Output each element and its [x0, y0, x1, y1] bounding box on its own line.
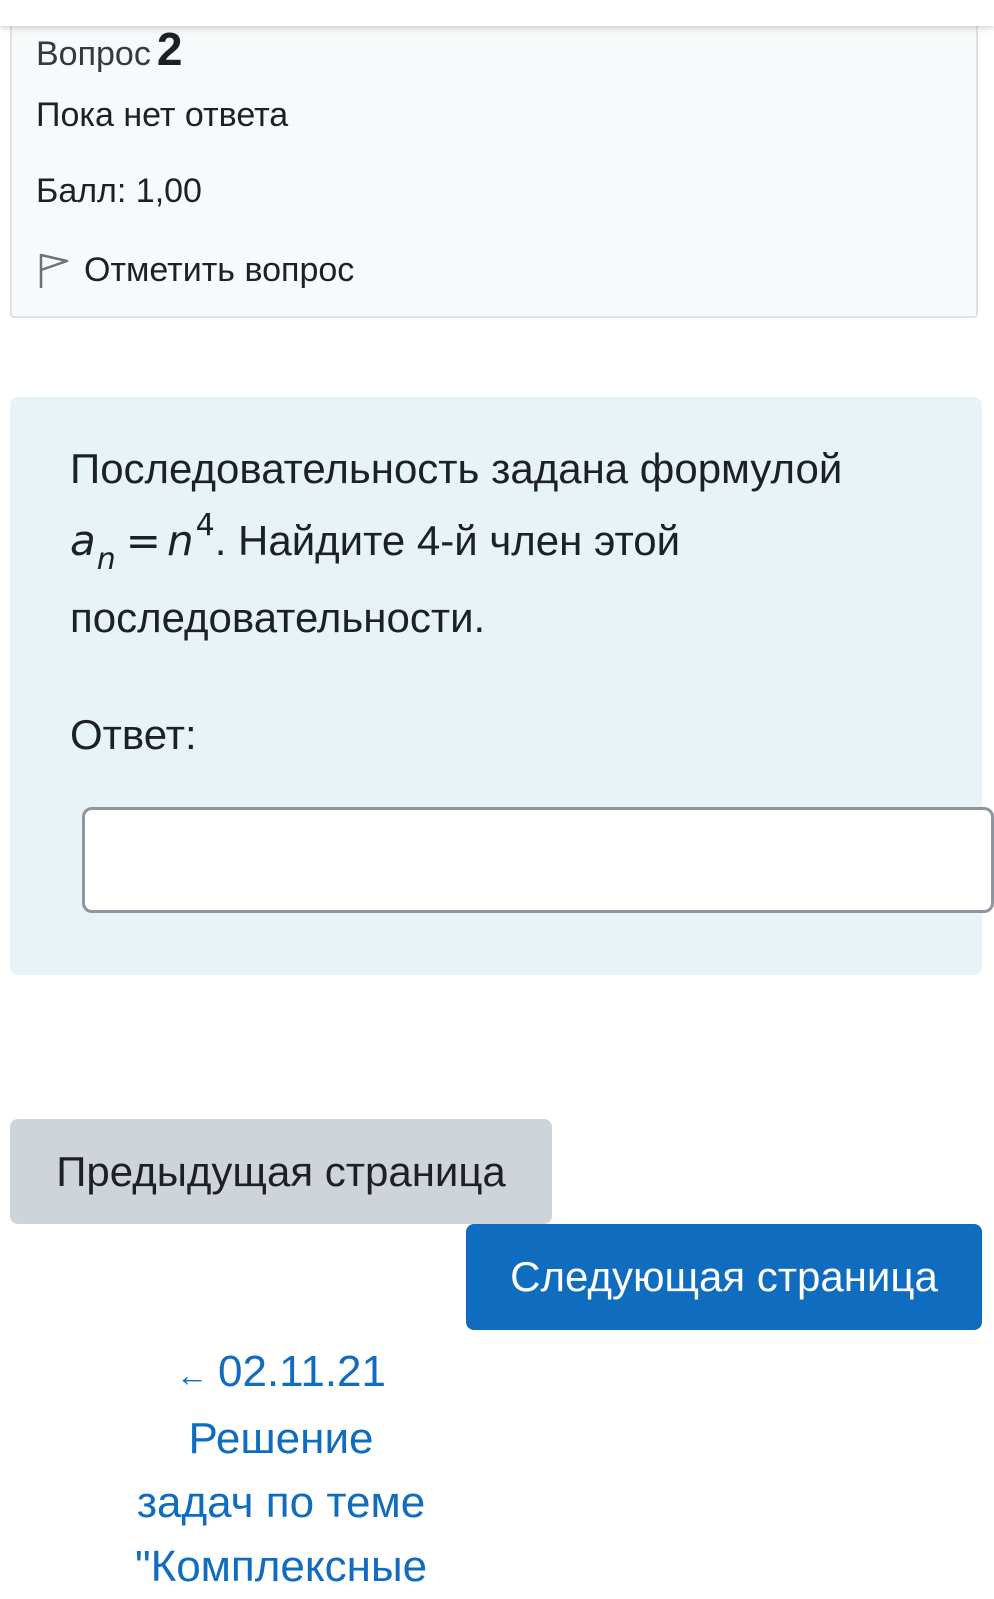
formula-base: n	[166, 516, 194, 565]
answer-input[interactable]	[82, 807, 994, 913]
question-grade: Балл: 1,00	[36, 172, 202, 210]
link-line-4: "Комплексные	[134, 1542, 428, 1591]
question-text-intro: Последовательность задана формулой	[70, 445, 843, 492]
formula-subscript: n	[96, 542, 116, 577]
formula-variable: a	[70, 516, 96, 565]
question-content: Последовательность задана формулой an = n4…	[10, 397, 994, 975]
link-date: 02.11.21	[217, 1347, 386, 1396]
question-number: Вопрос 2	[36, 22, 182, 76]
link-line-1: ← 02.11.21	[100, 1340, 462, 1407]
question-info-panel: Вопрос 2 Пока нет ответа Балл: 1,00 Отмет…	[10, 0, 978, 318]
top-bar	[0, 0, 994, 26]
answer-label: Ответ:	[70, 711, 197, 758]
flag-icon	[39, 253, 69, 288]
question-state: Пока нет ответа	[36, 96, 289, 134]
formula: an = n4	[70, 508, 215, 577]
question-text: Последовательность задана формулой an = n4…	[70, 433, 950, 654]
arrow-left-icon: ←	[175, 1357, 208, 1393]
link-line-2: Решение	[188, 1414, 374, 1463]
question-number-value: 2	[156, 23, 183, 75]
flag-question-label: Отметить вопрос	[84, 250, 355, 289]
previous-activity-link[interactable]: ← 02.11.21 Решение задач по теме "Комплек…	[100, 1340, 462, 1599]
formula-equals: =	[125, 516, 161, 565]
previous-page-button[interactable]: Предыдущая страница	[10, 1119, 552, 1224]
question-label: Вопрос	[36, 35, 151, 73]
formula-exponent: 4	[195, 508, 215, 543]
link-line-3: задач по теме	[136, 1478, 426, 1527]
flag-question-button[interactable]: Отметить вопрос	[36, 250, 354, 290]
next-page-button[interactable]: Следующая страница	[466, 1224, 982, 1330]
